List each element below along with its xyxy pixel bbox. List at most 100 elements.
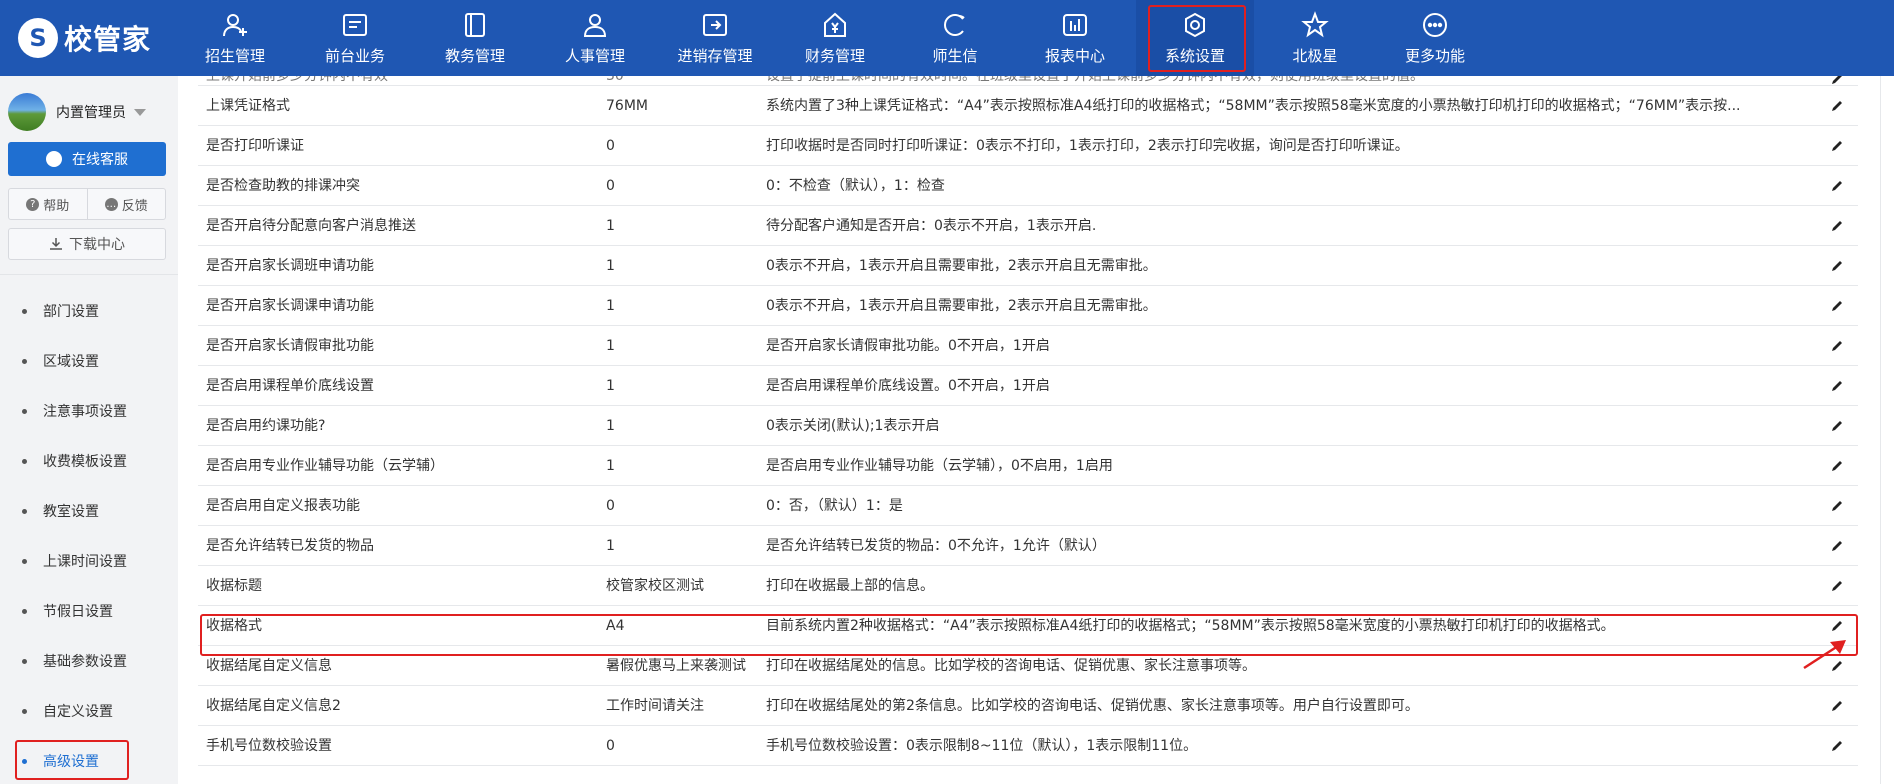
bullet-icon — [22, 558, 27, 564]
edit-pencil-icon[interactable] — [1830, 139, 1844, 153]
nav-item-finance[interactable]: 财务管理 — [776, 0, 894, 76]
setting-description: 系统内置了3种上课凭证格式：“A4”表示按照标准A4纸打印的收据格式；“58MM… — [766, 98, 1741, 114]
nav-item-enrollment[interactable]: 招生管理 — [176, 0, 294, 76]
setting-value: 0 — [606, 498, 615, 514]
nav-item-academic[interactable]: 教务管理 — [416, 0, 534, 76]
settings-table: 上课开始前多少分钟内不有效 30 设置了提前上课时间的有效时间。在班级里设置了开… — [198, 76, 1880, 784]
sidebar-item-department[interactable]: 部门设置 — [0, 296, 178, 326]
setting-description: 0：否，（默认）1：是 — [766, 498, 903, 514]
sidebar-item-label: 部门设置 — [43, 304, 99, 320]
table-row: 是否启用专业作业辅导功能（云学辅） 1 是否启用专业作业辅导功能（云学辅），0不启用… — [198, 446, 1858, 486]
nav-item-reports[interactable]: 报表中心 — [1016, 0, 1134, 76]
setting-description: 是否启用课程单价底线设置。0不开启，1开启 — [766, 378, 1050, 394]
table-row: 是否开启待分配意向客户消息推送 1 待分配客户通知是否开启：0表示不开启，1表示开启… — [198, 206, 1858, 246]
setting-value: 1 — [606, 458, 615, 474]
sidebar-item-classroom[interactable]: 教室设置 — [0, 496, 178, 526]
setting-value: 1 — [606, 258, 615, 274]
setting-name: 上课凭证格式 — [206, 98, 290, 114]
setting-name: 是否允许结转已发货的物品 — [206, 538, 374, 554]
nav-item-label: 北极星 — [1292, 46, 1338, 65]
help-label: 帮助 — [43, 198, 70, 214]
setting-name: 是否打印听课证 — [206, 138, 304, 154]
bullet-icon — [22, 308, 27, 314]
sidebar-item-class-time[interactable]: 上课时间设置 — [0, 546, 178, 576]
edit-pencil-icon[interactable] — [1830, 739, 1844, 753]
table-row: 上课开始前多少分钟内不有效 30 设置了提前上课时间的有效时间。在班级里设置了开… — [198, 76, 1858, 86]
edit-pencil-icon[interactable] — [1830, 99, 1844, 113]
setting-description: 打印在收据最上部的信息。 — [766, 578, 934, 594]
sidebar-divider — [0, 274, 178, 275]
app-logo[interactable]: S 校管家 — [18, 18, 151, 58]
download-icon — [50, 238, 62, 250]
question-icon: ? — [26, 197, 40, 211]
sidebar-item-label: 教室设置 — [43, 504, 99, 520]
edit-pencil-icon[interactable] — [1830, 259, 1844, 273]
active-nav-highlight-box — [1148, 5, 1246, 72]
nav-item-front-desk[interactable]: 前台业务 — [296, 0, 414, 76]
setting-description: 是否允许结转已发货的物品：0不允许，1允许（默认） — [766, 538, 1106, 554]
edit-pencil-icon[interactable] — [1830, 299, 1844, 313]
edit-pencil-icon[interactable] — [1830, 539, 1844, 553]
edit-pencil-icon[interactable] — [1830, 419, 1844, 433]
table-right-border — [1880, 76, 1881, 784]
setting-name: 是否开启待分配意向客户消息推送 — [206, 218, 416, 234]
setting-name: 是否开启家长调班申请功能 — [206, 258, 374, 274]
edit-pencil-icon[interactable] — [1830, 699, 1844, 713]
edit-pencil-icon[interactable] — [1830, 459, 1844, 473]
setting-description: 是否启用专业作业辅导功能（云学辅），0不启用，1启用 — [766, 458, 1113, 474]
sidebar-item-label: 上课时间设置 — [43, 554, 127, 570]
help-button[interactable]: ? 帮助 — [9, 189, 87, 219]
nav-item-label: 师生信 — [932, 46, 978, 65]
sidebar-item-region[interactable]: 区域设置 — [0, 346, 178, 376]
setting-description: 设置了提前上课时间的有效时间。在班级里设置了开始上课前多少分钟内不有效，则使用班… — [766, 76, 1424, 84]
table-row: 是否开启家长调课申请功能 1 0表示不开启，1表示开启且需要审批，2表示开启且无需审… — [198, 286, 1858, 326]
chat-icon — [944, 13, 965, 36]
setting-name: 是否开启家长调课申请功能 — [206, 298, 374, 314]
logo-mark-icon: S — [18, 18, 58, 58]
sidebar-item-notes[interactable]: 注意事项设置 — [0, 396, 178, 426]
sidebar-item-custom[interactable]: 自定义设置 — [0, 696, 178, 726]
top-navigation-bar: S 校管家 招生管理 前台业务 教务管理 人事管理 进销存管理 财务管理 师生信… — [0, 0, 1894, 76]
sidebar-item-holiday[interactable]: 节假日设置 — [0, 596, 178, 626]
bullet-icon — [22, 658, 27, 664]
star-icon — [1301, 10, 1329, 37]
sidebar-item-fee-template[interactable]: 收费模板设置 — [0, 446, 178, 476]
table-row: 收据标题 校管家校区测试 打印在收据最上部的信息。 — [198, 566, 1858, 606]
service-label: 在线客服 — [72, 152, 128, 168]
nav-item-hr[interactable]: 人事管理 — [536, 0, 654, 76]
edit-pencil-icon[interactable] — [1830, 179, 1844, 193]
bullet-icon — [22, 408, 27, 414]
sidebar-item-label: 注意事项设置 — [43, 404, 127, 420]
edit-pencil-icon[interactable] — [1830, 339, 1844, 353]
edit-pencil-icon[interactable] — [1830, 499, 1844, 513]
setting-value: 1 — [606, 378, 615, 394]
setting-value: 工作时间请关注 — [606, 698, 704, 714]
avatar — [8, 93, 46, 131]
nav-item-more[interactable]: 更多功能 — [1376, 0, 1494, 76]
bullet-icon — [22, 358, 27, 364]
user-menu[interactable]: 内置管理员 — [8, 92, 170, 132]
nav-item-inventory[interactable]: 进销存管理 — [656, 0, 774, 76]
nav-item-label: 更多功能 — [1404, 46, 1465, 65]
nav-item-polaris[interactable]: 北极星 — [1256, 0, 1374, 76]
sidebar-item-basic-params[interactable]: 基础参数设置 — [0, 646, 178, 676]
table-row: 是否开启家长请假审批功能 1 是否开启家长请假审批功能。0不开启，1开启 — [198, 326, 1858, 366]
setting-value: 0 — [606, 178, 615, 194]
setting-value: 1 — [606, 418, 615, 434]
setting-name: 是否启用课程单价底线设置 — [206, 378, 374, 394]
edit-pencil-icon[interactable] — [1830, 579, 1844, 593]
edit-pencil-icon[interactable] — [1830, 219, 1844, 233]
bullet-icon — [22, 708, 27, 714]
download-center-button[interactable]: 下载中心 — [8, 228, 166, 260]
online-service-button[interactable]: 在线客服 — [8, 142, 166, 176]
setting-value: 1 — [606, 218, 615, 234]
edit-pencil-icon[interactable] — [1830, 76, 1844, 86]
bullet-icon — [22, 608, 27, 614]
setting-value: 76MM — [606, 98, 648, 114]
help-feedback-row: ? 帮助 … 反馈 — [8, 188, 166, 220]
edit-pencil-icon[interactable] — [1830, 379, 1844, 393]
nav-item-messages[interactable]: 师生信 — [896, 0, 1014, 76]
sidebar-item-label: 自定义设置 — [43, 704, 113, 720]
feedback-button[interactable]: … 反馈 — [86, 189, 166, 219]
red-arrow-annotation — [1803, 640, 1846, 670]
